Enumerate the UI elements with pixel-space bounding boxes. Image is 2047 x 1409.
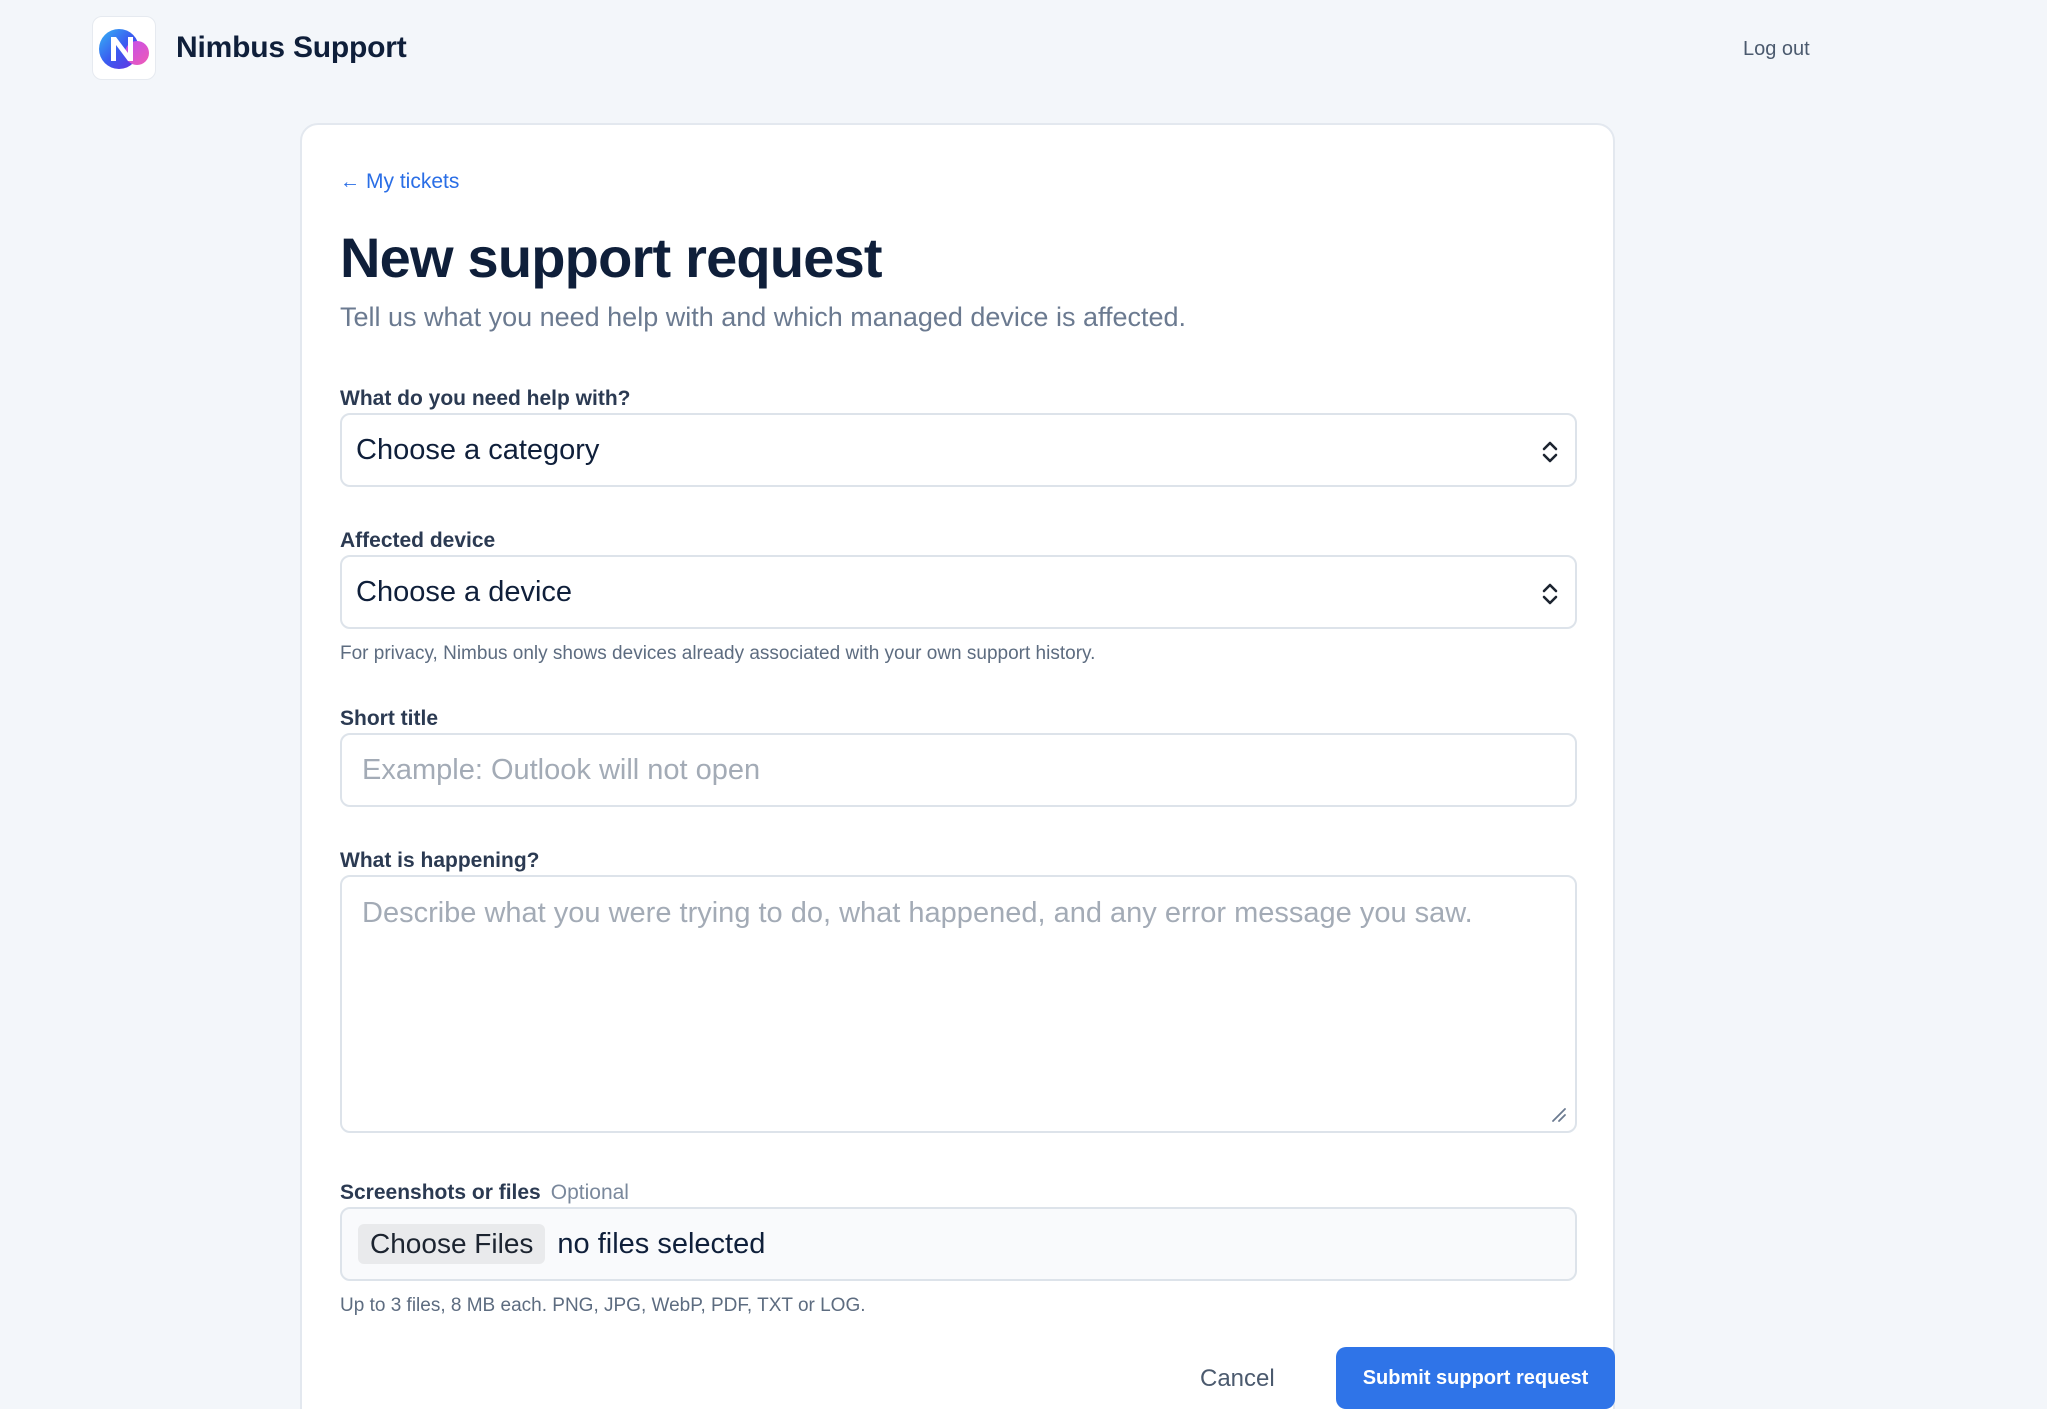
device-privacy-hint: For privacy, Nimbus only shows devices a… [340,643,1096,664]
back-to-tickets-link[interactable]: ← My tickets [340,170,459,194]
device-selected-value: Choose a device [356,575,573,608]
short-title-placeholder: Example: Outlook will not open [362,753,761,786]
category-selected-value: Choose a category [356,433,600,466]
file-upload-hint: Up to 3 files, 8 MB each. PNG, JPG, WebP… [340,1295,866,1316]
files-label: Screenshots or files Optional [340,1181,629,1205]
resize-grip-icon[interactable] [1549,1105,1567,1123]
logout-link[interactable]: Log out [1743,38,1810,61]
optional-tag: Optional [550,1181,629,1204]
category-label: What do you need help with? [340,387,631,410]
choose-files-button[interactable]: Choose Files [358,1224,546,1264]
category-select[interactable]: Choose a category [340,413,1577,487]
top-bar: Nimbus Support Log out [0,0,2047,100]
brand[interactable]: Nimbus Support [92,16,407,80]
back-link-label: My tickets [366,170,460,193]
description-label: What is happening? [340,849,540,872]
file-status: no files selected [557,1227,766,1260]
files-label-text: Screenshots or files [340,1181,541,1204]
description-placeholder: Describe what you were trying to do, wha… [362,897,1473,929]
file-upload-field[interactable]: Choose Files no files selected [340,1207,1577,1281]
submit-request-button[interactable]: Submit support request [1336,1347,1615,1409]
brand-name: Nimbus Support [176,31,407,64]
device-select[interactable]: Choose a device [340,555,1577,629]
page-subtitle: Tell us what you need help with and whic… [340,302,1187,332]
device-label: Affected device [340,529,496,552]
support-request-card: ← My tickets New support request Tell us… [300,123,1615,1409]
arrow-left-icon: ← [340,170,360,193]
cancel-button[interactable]: Cancel [1200,1365,1275,1393]
nimbus-logo-icon [92,16,156,80]
chevron-up-down-icon [1542,583,1558,605]
chevron-up-down-icon [1542,441,1558,463]
description-textarea[interactable]: Describe what you were trying to do, wha… [340,875,1577,1133]
short-title-input[interactable]: Example: Outlook will not open [340,733,1577,807]
page-title: New support request [340,226,883,289]
short-title-label: Short title [340,707,438,730]
